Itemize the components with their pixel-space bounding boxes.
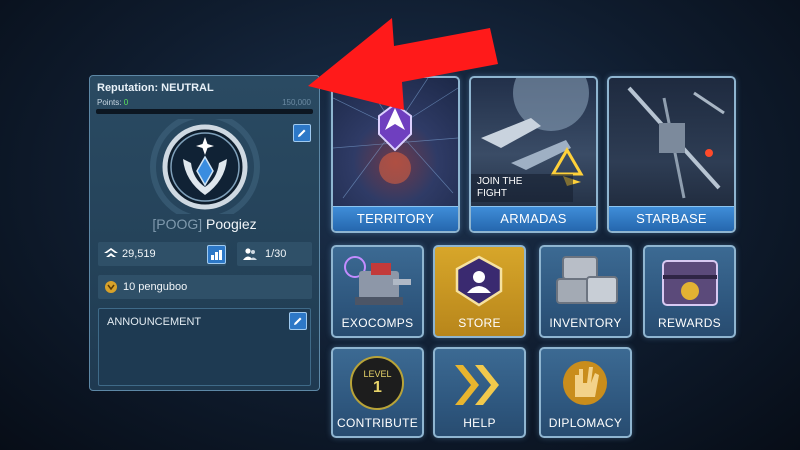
member-count[interactable]: 1/30	[237, 242, 312, 266]
diplomacy-tile[interactable]: DIPLOMACY	[539, 347, 632, 438]
power-icon	[104, 248, 118, 257]
exocomp-robot-icon	[344, 256, 411, 305]
alliance-emblem[interactable]	[145, 112, 265, 222]
crates-icon	[556, 256, 618, 304]
points-value: 0	[123, 98, 129, 107]
members-icon	[243, 248, 257, 260]
pencil-icon	[298, 129, 306, 137]
player-name: Poogiez	[206, 216, 257, 232]
help-label: HELP	[463, 416, 496, 430]
edit-announcement-button[interactable]	[289, 312, 307, 330]
store-tile[interactable]: STORE	[433, 245, 526, 338]
store-emblem-icon	[455, 255, 503, 307]
contribute-level-word: LEVEL	[363, 369, 392, 379]
leader-value: 10 penguboo	[123, 281, 188, 293]
starbase-tile[interactable]: STARBASE	[607, 76, 736, 233]
alliance-name: [POOG] Poogiez	[90, 216, 319, 232]
reputation-title: Reputation: NEUTRAL	[97, 82, 214, 94]
power-stats-button[interactable]	[207, 245, 226, 264]
store-label: STORE	[458, 316, 501, 330]
help-tile[interactable]: HELP	[433, 347, 526, 438]
exocomps-label: EXOCOMPS	[341, 316, 414, 330]
alliance-tag: [POOG]	[152, 216, 203, 232]
rewards-tile[interactable]: REWARDS	[643, 245, 736, 338]
points-row: Points: 0	[97, 98, 128, 107]
inventory-label: INVENTORY	[549, 316, 622, 330]
contribute-label: CONTRIBUTE	[337, 416, 418, 430]
exocomps-tile[interactable]: EXOCOMPS	[331, 245, 424, 338]
emblem-icon	[150, 112, 260, 222]
diplomacy-label: DIPLOMACY	[548, 416, 623, 430]
pencil-icon	[294, 317, 302, 325]
announcement-label: ANNOUNCEMENT	[107, 316, 202, 328]
starbase-label: STARBASE	[609, 206, 734, 231]
edit-emblem-button[interactable]	[293, 124, 311, 142]
alliance-panel: Reputation: NEUTRAL Points: 0 150,000 [P…	[89, 75, 320, 391]
leader-rank-icon	[105, 281, 117, 293]
members-value: 1/30	[265, 248, 287, 260]
territory-label: TERRITORY	[333, 206, 458, 231]
starbase-art-icon	[627, 86, 725, 199]
power-value: 29,519	[122, 248, 156, 260]
contribute-level-number: 1	[373, 379, 382, 396]
reward-chest-icon	[662, 260, 718, 306]
bar-chart-icon	[211, 249, 222, 260]
alliance-leader: 10 penguboo	[98, 275, 312, 299]
inventory-tile[interactable]: INVENTORY	[539, 245, 632, 338]
contribute-tile[interactable]: LEVEL 1 CONTRIBUTE	[331, 347, 424, 438]
double-chevron-icon	[455, 365, 499, 405]
points-label: Points:	[97, 98, 122, 107]
red-arrow-annotation	[308, 18, 498, 110]
rewards-label: REWARDS	[658, 316, 721, 330]
vulcan-salute-icon	[563, 361, 607, 405]
reputation-progress-bar	[96, 109, 313, 114]
announcement-box[interactable]: ANNOUNCEMENT	[98, 308, 311, 386]
armadas-label: ARMADAS	[471, 206, 596, 231]
armadas-banner: JOIN THE FIGHT	[471, 174, 573, 202]
